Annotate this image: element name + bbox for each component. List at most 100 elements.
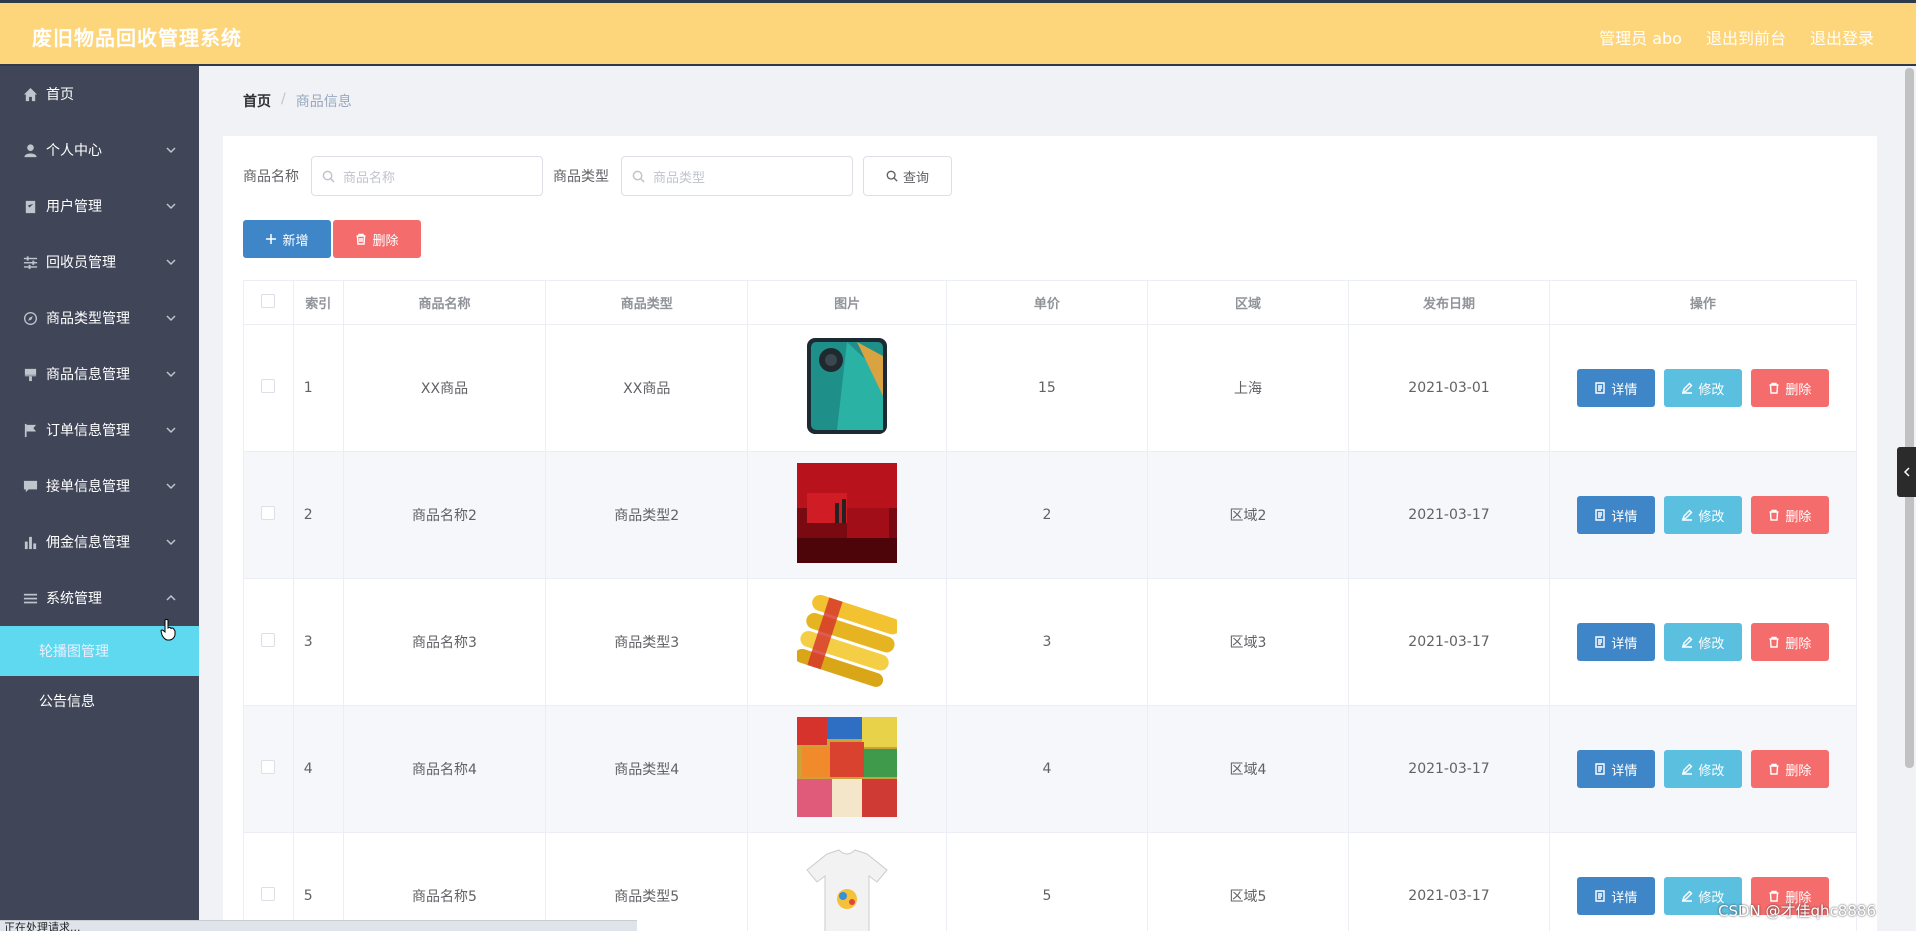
sidebar-item-personal[interactable]: 个人中心 xyxy=(0,122,199,178)
detail-button[interactable]: 详情 xyxy=(1576,750,1655,788)
sidebar-item-label: 系统管理 xyxy=(46,591,102,607)
edit-button[interactable]: 修改 xyxy=(1663,623,1742,661)
cell-name: 商品名称3 xyxy=(342,578,547,706)
detail-button[interactable]: 详情 xyxy=(1576,623,1655,661)
delete-button[interactable]: 删除 xyxy=(1750,496,1829,534)
cell-name: 商品名称5 xyxy=(342,832,547,931)
row-checkbox[interactable] xyxy=(261,887,276,901)
sidebar-item-users[interactable]: 用户管理 xyxy=(0,178,199,234)
edit-label: 修改 xyxy=(1698,763,1725,779)
sidebar-item-label: 回收员管理 xyxy=(46,255,116,271)
delete-button[interactable]: 删除 xyxy=(1750,623,1829,661)
row-checkbox[interactable] xyxy=(261,379,276,393)
row-checkbox[interactable] xyxy=(261,506,276,520)
sidebar-item-label: 用户管理 xyxy=(46,199,102,215)
exit-to-front-link[interactable]: 退出到前台 xyxy=(1706,25,1786,49)
action-buttons: 新增 删除 xyxy=(243,220,421,258)
plus-icon xyxy=(266,234,277,244)
pencil-icon xyxy=(1682,382,1693,394)
cell-date: 2021-03-17 xyxy=(1348,578,1550,706)
edit-button[interactable]: 修改 xyxy=(1663,496,1742,534)
detail-label: 详情 xyxy=(1611,890,1638,906)
add-button[interactable]: 新增 xyxy=(243,220,331,258)
admin-label[interactable]: 管理员 abo xyxy=(1599,25,1682,49)
select-all-checkbox[interactable] xyxy=(261,293,276,308)
sidebar-item-home[interactable]: 首页 xyxy=(0,66,199,122)
page-scrollbar[interactable] xyxy=(1905,68,1914,768)
cell-type: 商品类型5 xyxy=(545,832,749,931)
top-header: 废旧物品回收管理系统 管理员 abo 退出到前台 退出登录 xyxy=(0,0,1916,66)
sidebar-item-accepted-orders[interactable]: 接单信息管理 xyxy=(0,458,199,514)
chevron-down-icon xyxy=(165,144,177,156)
sidebar-item-system[interactable]: 系统管理 xyxy=(0,570,199,626)
cell-region: 区域5 xyxy=(1146,832,1350,931)
cell-index: 1 xyxy=(292,324,344,452)
row-checkbox[interactable] xyxy=(261,633,276,647)
cell-index: 4 xyxy=(292,705,344,833)
compass-icon xyxy=(22,310,38,326)
chevron-down-icon xyxy=(165,200,177,212)
cell-index: 3 xyxy=(292,578,344,706)
detail-button[interactable]: 详情 xyxy=(1576,496,1655,534)
detail-label: 详情 xyxy=(1611,382,1638,398)
snack-pile-image xyxy=(797,717,898,817)
chat-icon xyxy=(22,478,38,494)
edit-button[interactable]: 修改 xyxy=(1663,750,1742,788)
cell-type: XX商品 xyxy=(545,324,749,452)
name-search-input[interactable]: 商品名称 xyxy=(311,156,543,196)
gift-box-image xyxy=(797,463,898,563)
query-button[interactable]: 查询 xyxy=(863,156,952,196)
cell-name: 商品名称2 xyxy=(342,451,547,579)
brush-icon xyxy=(22,366,38,382)
document-icon xyxy=(1595,509,1606,521)
table-row: 4 商品名称4 商品类型4 4 区域4 2021-03-17 详情 修改 删除 xyxy=(243,705,1858,833)
sidebar-item-orders[interactable]: 订单信息管理 xyxy=(0,402,199,458)
document-icon xyxy=(1595,636,1606,648)
cell-operations: 详情 修改 删除 xyxy=(1548,578,1858,706)
product-table: 索引 商品名称 商品类型 图片 单价 区域 发布日期 操作 1 XX商品 XX商… xyxy=(243,280,1858,931)
batch-delete-button[interactable]: 删除 xyxy=(333,220,421,258)
trash-icon xyxy=(1769,636,1779,648)
cell-region: 区域4 xyxy=(1146,705,1350,833)
detail-button[interactable]: 详情 xyxy=(1576,877,1655,915)
edit-button[interactable]: 修改 xyxy=(1663,369,1742,407)
table-row: 2 商品名称2 商品类型2 2 区域2 2021-03-17 详情 修改 删除 xyxy=(243,451,1858,579)
select-all-cell[interactable] xyxy=(243,280,294,325)
type-search-input[interactable]: 商品类型 xyxy=(621,156,853,196)
row-checkbox[interactable] xyxy=(261,760,276,774)
cell-date: 2021-03-17 xyxy=(1348,705,1550,833)
cell-price: 5 xyxy=(946,832,1148,931)
delete-button[interactable]: 删除 xyxy=(1750,750,1829,788)
sidebar-item-product-info[interactable]: 商品信息管理 xyxy=(0,346,199,402)
sidebar-item-label: 接单信息管理 xyxy=(46,479,130,495)
browser-status-bar: 正在处理请求... xyxy=(0,920,637,931)
sidebar-subitem-notice[interactable]: 公告信息 xyxy=(0,676,199,726)
chevron-down-icon xyxy=(165,424,177,436)
col-header: 区域 xyxy=(1146,280,1350,325)
sliders-icon xyxy=(22,254,38,270)
trash-icon xyxy=(1769,763,1779,775)
sidebar-item-product-types[interactable]: 商品类型管理 xyxy=(0,290,199,346)
table-row: 3 商品名称3 商品类型3 3 区域3 2021-03-17 详情 修改 删除 xyxy=(243,578,1858,706)
cell-price: 3 xyxy=(946,578,1148,706)
document-icon xyxy=(1595,382,1606,394)
sidebar-item-label: 订单信息管理 xyxy=(46,423,130,439)
logout-link[interactable]: 退出登录 xyxy=(1810,25,1874,49)
cell-region: 区域2 xyxy=(1146,451,1350,579)
chevron-down-icon xyxy=(165,256,177,268)
trash-icon xyxy=(1769,382,1779,394)
main-area: 首页 / 商品信息 商品名称 商品名称 商品类型 商品类型 查询 新增 删除 索… xyxy=(199,66,1899,931)
add-label: 新增 xyxy=(282,233,309,249)
detail-button[interactable]: 详情 xyxy=(1576,369,1655,407)
side-collapse-tab[interactable] xyxy=(1897,447,1916,497)
sidebar-item-commission[interactable]: 佣金信息管理 xyxy=(0,514,199,570)
breadcrumb-home[interactable]: 首页 xyxy=(243,91,271,111)
clipboard-icon xyxy=(22,198,38,214)
sidebar: 首页 个人中心 用户管理 回收员管理 商品类型管理 商品信息管理 订单信息管理 … xyxy=(0,66,199,931)
sidebar-item-label: 佣金信息管理 xyxy=(46,535,130,551)
name-label: 商品名称 xyxy=(243,169,299,185)
cell-operations: 详情 修改 删除 xyxy=(1548,451,1858,579)
sidebar-item-recyclers[interactable]: 回收员管理 xyxy=(0,234,199,290)
breadcrumb-separator: / xyxy=(281,91,286,107)
delete-button[interactable]: 删除 xyxy=(1750,369,1829,407)
